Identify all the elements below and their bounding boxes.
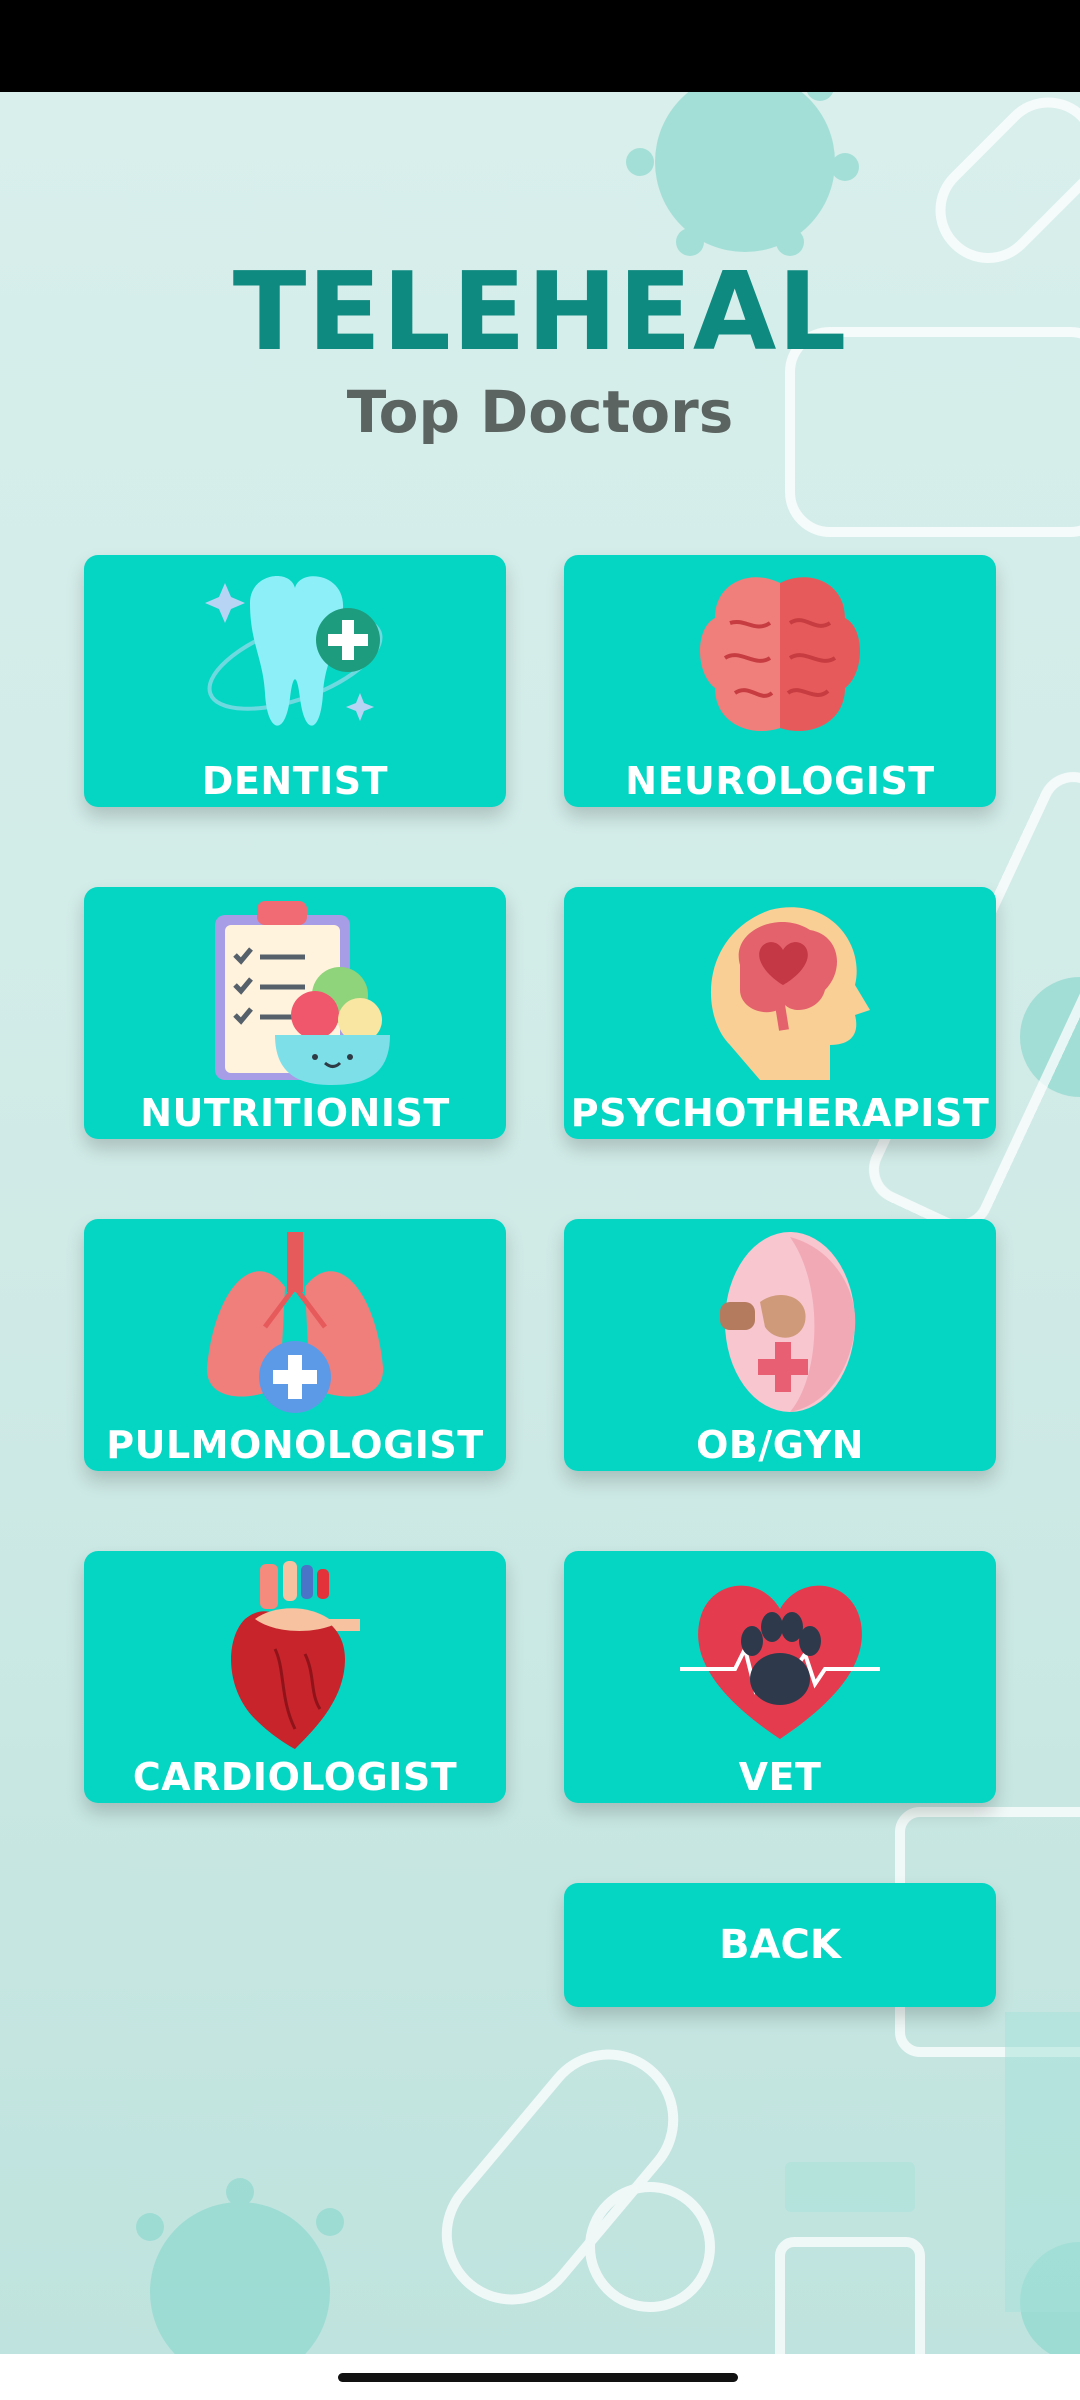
status-bar bbox=[0, 0, 1080, 92]
clipboard-salad-icon bbox=[215, 901, 390, 1085]
specialty-label: PSYCHOTHERAPIST bbox=[570, 1091, 990, 1135]
specialty-label: NUTRITIONIST bbox=[140, 1091, 450, 1135]
home-indicator[interactable] bbox=[338, 2373, 738, 2382]
specialty-card-psychotherapist[interactable]: PSYCHOTHERAPIST bbox=[564, 887, 996, 1139]
specialty-card-nutritionist[interactable]: NUTRITIONIST bbox=[84, 887, 506, 1139]
specialty-card-cardiologist[interactable]: CARDIOLOGIST bbox=[84, 1551, 506, 1803]
specialty-label: VET bbox=[738, 1755, 822, 1799]
specialty-card-obgyn[interactable]: OB/GYN bbox=[564, 1219, 996, 1471]
back-button[interactable]: BACK bbox=[564, 1883, 996, 2007]
specialty-card-pulmonologist[interactable]: PULMONOLOGIST bbox=[84, 1219, 506, 1471]
specialty-card-neurologist[interactable]: NEUROLOGIST bbox=[564, 555, 996, 807]
specialty-label: PULMONOLOGIST bbox=[106, 1423, 484, 1467]
brain-icon bbox=[700, 577, 860, 732]
tooth-icon bbox=[205, 576, 383, 726]
lungs-icon bbox=[206, 1232, 384, 1413]
paw-heart-icon bbox=[680, 1585, 880, 1739]
app-title: TELEHEAL bbox=[232, 250, 848, 375]
heart-organ-icon bbox=[231, 1561, 360, 1749]
specialty-label: CARDIOLOGIST bbox=[132, 1755, 458, 1799]
specialty-card-vet[interactable]: VET bbox=[564, 1551, 996, 1803]
page-subtitle: Top Doctors bbox=[346, 378, 734, 446]
specialty-label: NEUROLOGIST bbox=[625, 759, 935, 803]
specialty-card-dentist[interactable]: DENTIST bbox=[84, 555, 506, 807]
pregnancy-icon bbox=[720, 1232, 856, 1412]
specialty-label: DENTIST bbox=[201, 759, 389, 803]
specialty-label: OB/GYN bbox=[696, 1423, 864, 1467]
head-heart-icon bbox=[710, 907, 870, 1080]
